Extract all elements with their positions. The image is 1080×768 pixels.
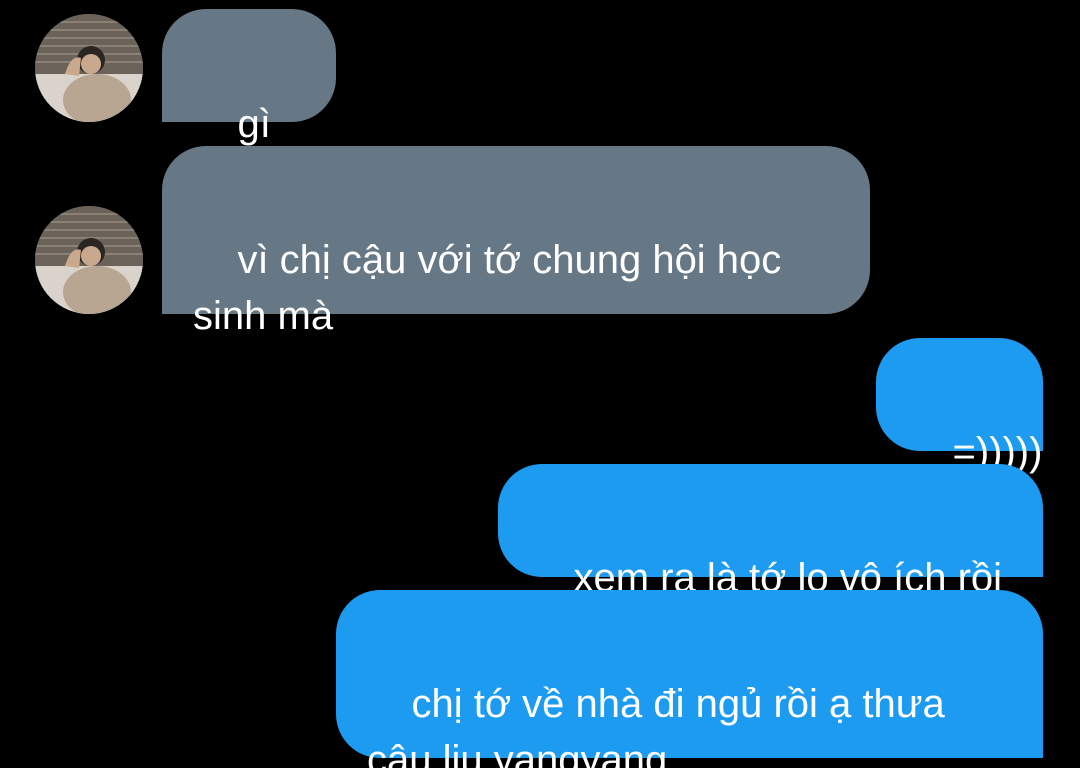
chat-thread: gì thế vì chị cậu với tớ chung hội học s…	[0, 0, 1080, 768]
message-bubble-outgoing[interactable]: =)))))	[876, 338, 1043, 474]
message-bubble-outgoing[interactable]: chị tớ về nhà đi ngủ rồi ạ thưa cậu liu …	[336, 590, 1043, 768]
avatar-photo-icon	[35, 14, 143, 122]
contact-avatar[interactable]	[35, 206, 143, 314]
avatar-photo-icon	[35, 206, 143, 314]
message-bubble-outgoing[interactable]: xem ra là tớ lo vô ích rồi	[498, 464, 1043, 600]
contact-avatar[interactable]	[35, 14, 143, 122]
message-text: vì chị cậu với tớ chung hội học sinh mà	[193, 238, 782, 338]
message-bubble-incoming[interactable]: vì chị cậu với tớ chung hội học sinh mà	[162, 146, 870, 338]
message-text: chị tớ về nhà đi ngủ rồi ạ thưa cậu liu …	[367, 682, 945, 768]
message-bubble-incoming[interactable]: gì thế	[162, 9, 336, 202]
